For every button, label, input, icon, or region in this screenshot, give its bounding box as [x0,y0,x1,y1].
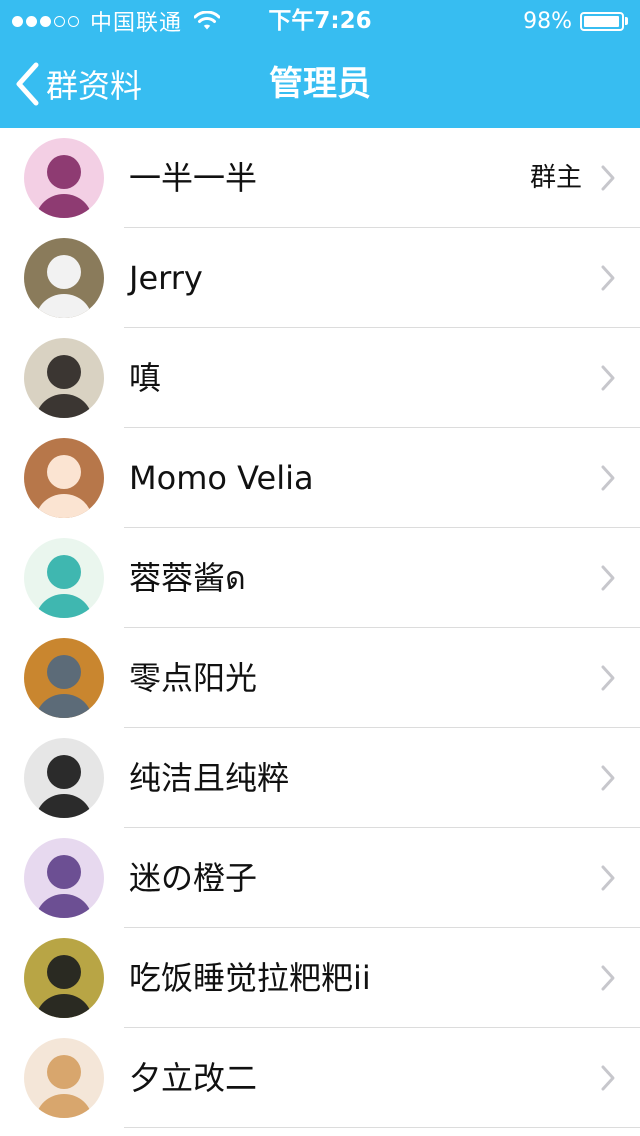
header-bar: 中国联通 下午7:26 98% 群资料 管理员 [0,0,640,128]
member-name: 夕立改二 [129,1059,258,1097]
chevron-right-icon [600,964,616,992]
member-row[interactable]: 蓉蓉酱ด [0,528,640,628]
member-row[interactable]: 一半一半 群主 [0,128,640,228]
anime-blonde-avatar [24,1038,104,1118]
member-row[interactable]: 吃饭睡觉拉粑粑ii [0,928,640,1028]
chevron-right-icon [600,464,616,492]
lion-avatar [24,638,104,718]
chevron-right-icon [600,1064,616,1092]
member-name: 吃饭睡觉拉粑粑ii [129,959,371,997]
battery-percent: 98% [523,8,572,34]
member-name: 嗔 [129,359,162,397]
member-row[interactable]: 迷の橙子 [0,828,640,928]
chevron-right-icon [600,564,616,592]
member-name: 零点阳光 [129,659,258,697]
anime-brown-hair-avatar [24,438,104,518]
member-name: 迷の橙子 [129,859,258,897]
member-row[interactable]: 嗔 [0,328,640,428]
street-photo-avatar [24,338,104,418]
battery-level-fill [584,15,620,27]
chevron-right-icon [600,864,616,892]
page-title: 管理员 [269,64,371,104]
cat-avatar [24,238,104,318]
member-row[interactable]: 纯洁且纯粹 [0,728,640,828]
chevron-right-icon [600,364,616,392]
chevron-right-icon [600,264,616,292]
anime-girl-sunglasses-avatar [24,138,104,218]
admin-member-list: 一半一半 群主 Jerry 嗔 Momo Velia 蓉蓉酱ด 零点阳光纯洁且纯粹迷の橙子吃… [0,128,640,1128]
chevron-right-icon [600,764,616,792]
chevron-right-icon [600,164,616,192]
member-row[interactable]: Momo Velia [0,428,640,528]
status-right: 98% [523,6,628,36]
bw-portrait-avatar [24,738,104,818]
member-row[interactable]: 零点阳光 [0,628,640,728]
anime-teal-hair-avatar [24,538,104,618]
dark-character-avatar [24,938,104,1018]
battery-icon [580,11,624,31]
status-bar: 中国联通 下午7:26 98% [0,0,640,40]
member-row[interactable]: 夕立改二 [0,1028,640,1128]
navigation-bar: 群资料 管理员 [0,40,640,128]
row-divider [124,1127,640,1128]
anime-purple-hair-avatar [24,838,104,918]
chevron-right-icon [600,664,616,692]
member-name: 纯洁且纯粹 [129,759,290,797]
owner-badge: 群主 [529,163,582,193]
battery-tip [625,17,628,25]
member-row[interactable]: Jerry [0,228,640,328]
member-name: 蓉蓉酱ด [129,559,246,597]
member-name: 一半一半 [129,159,258,197]
member-name: Momo Velia [129,459,314,497]
member-name: Jerry [129,259,203,297]
